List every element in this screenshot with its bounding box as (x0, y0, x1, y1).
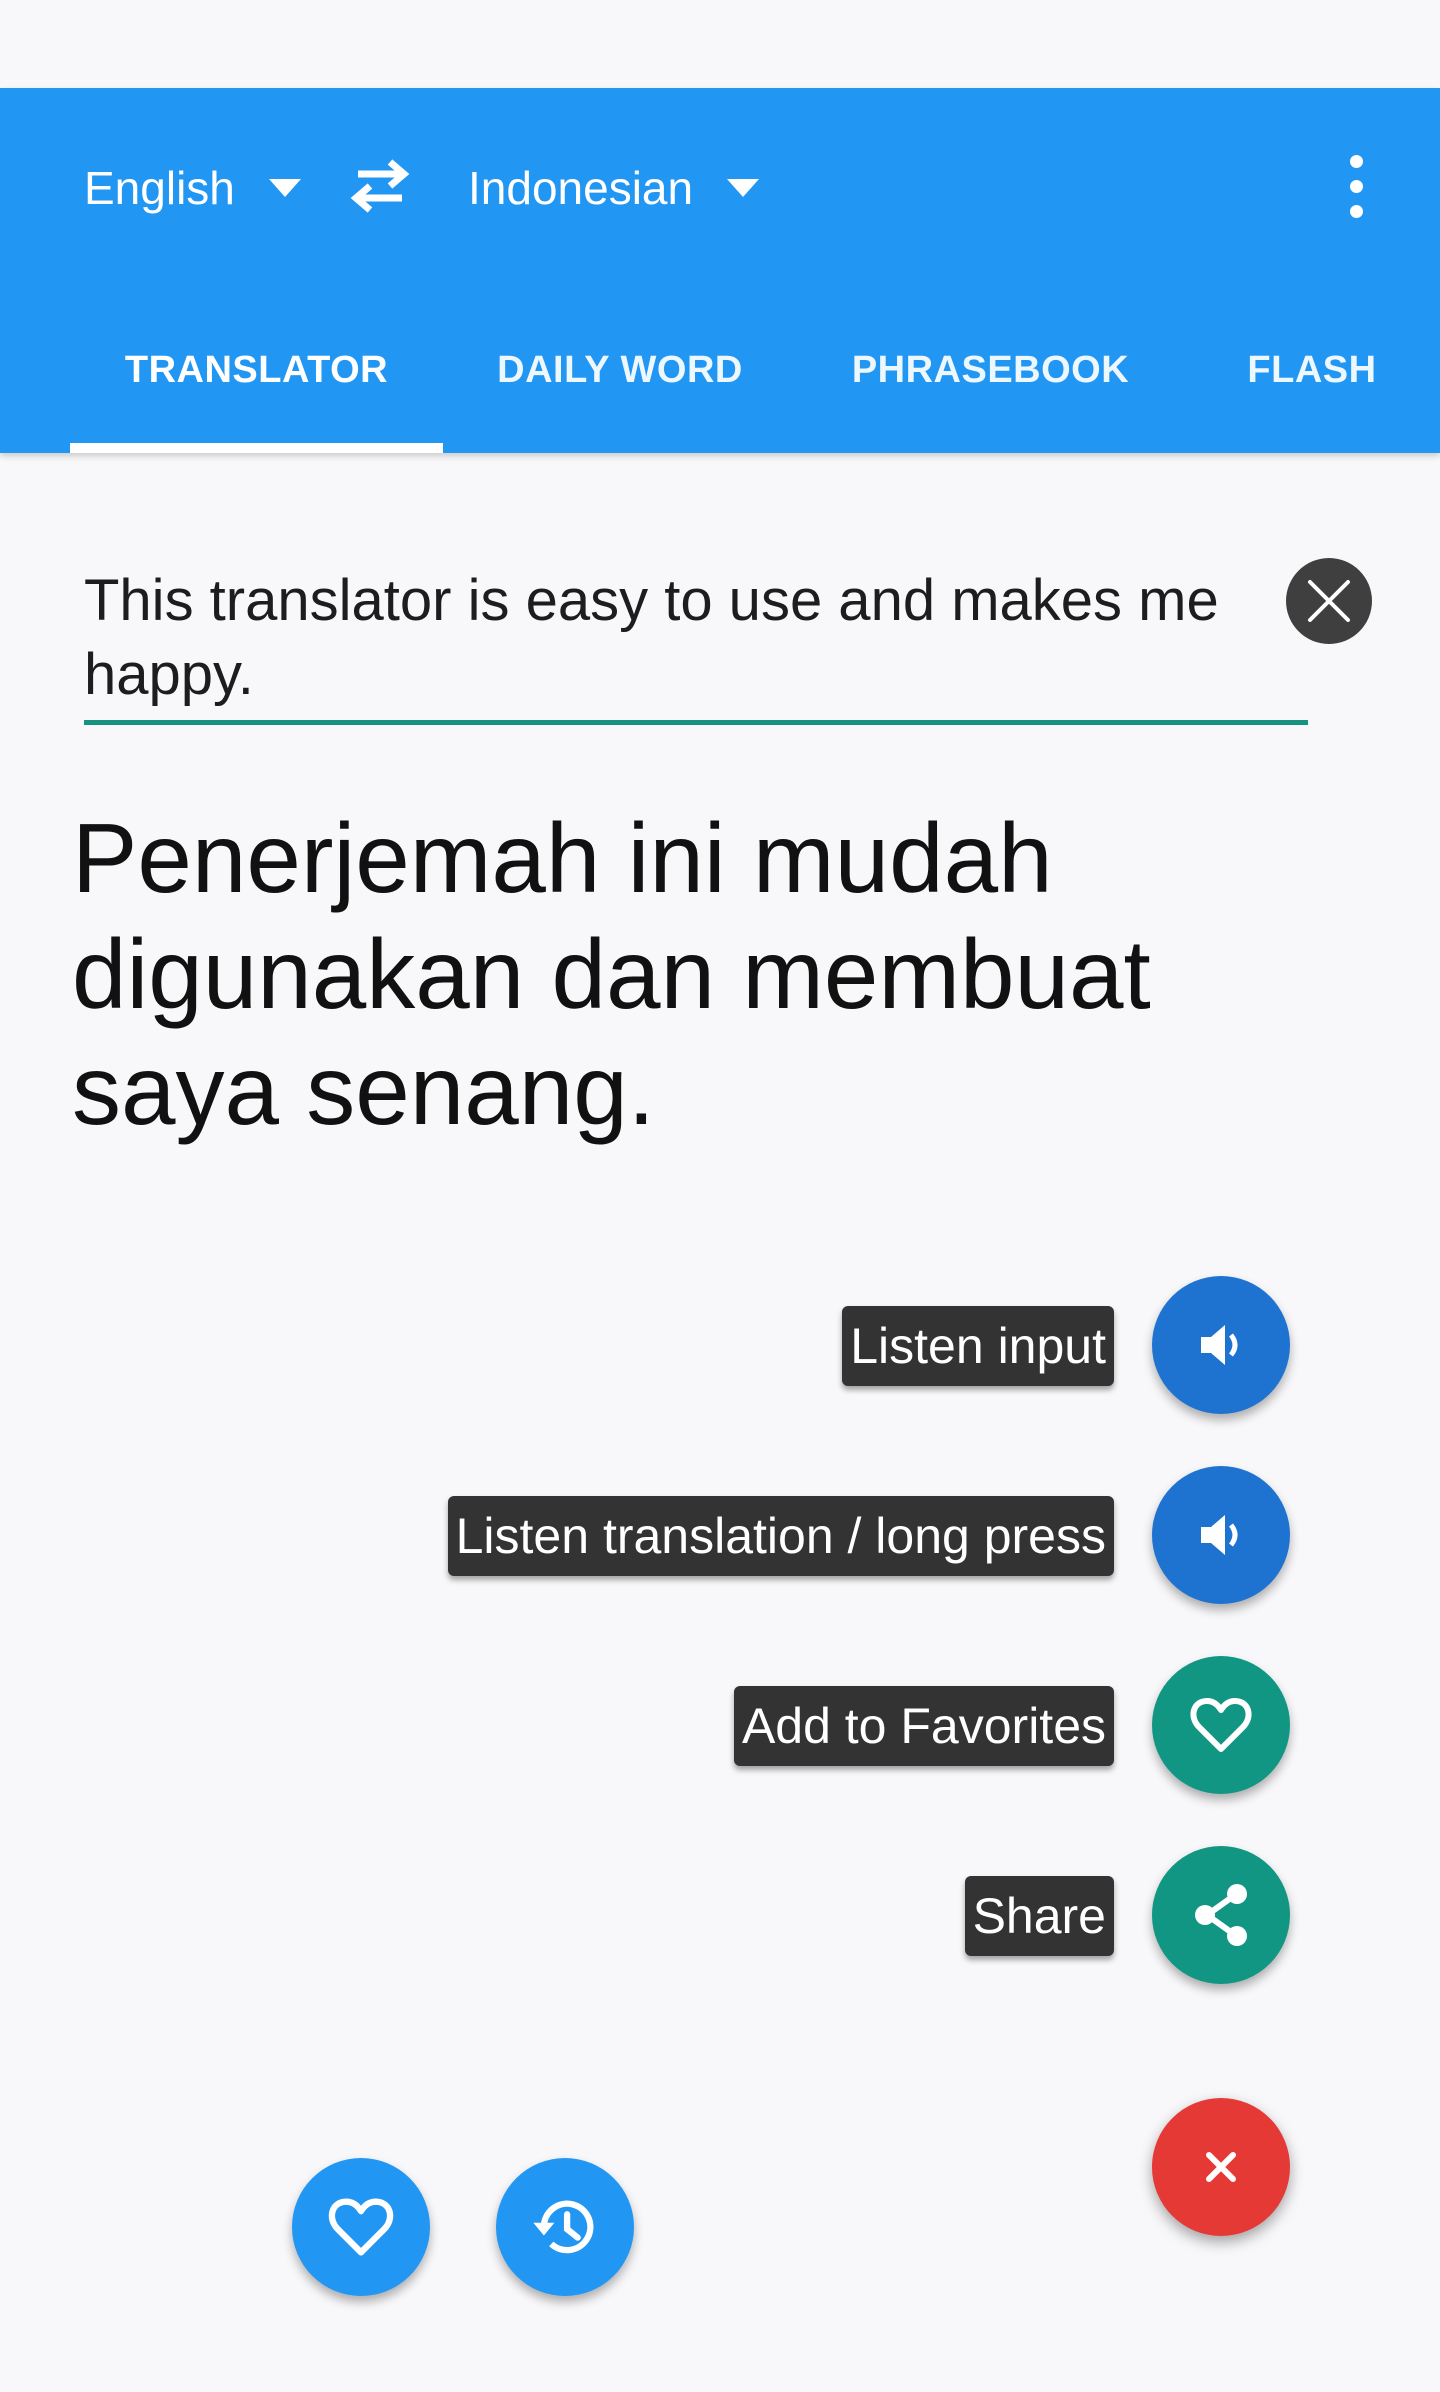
more-vert-icon (1349, 154, 1363, 168)
close-fab-menu-button[interactable] (1152, 2098, 1290, 2236)
dropdown-caret-icon (268, 179, 301, 197)
source-language-selector[interactable]: English (84, 148, 301, 228)
share-button[interactable] (1152, 1846, 1290, 1984)
translation-output: Penerjemah ini mudah digunakan dan membu… (72, 803, 1151, 1145)
close-icon (1206, 2152, 1236, 2182)
clear-input-button[interactable] (1286, 558, 1372, 644)
tab-flash[interactable]: FLASH (1184, 330, 1440, 410)
source-language-label: English (84, 162, 235, 214)
add-to-favorites-button[interactable] (1152, 1656, 1290, 1794)
close-icon (1308, 580, 1350, 622)
selected-tab-indicator (70, 443, 443, 453)
target-language-label: Indonesian (468, 162, 694, 214)
target-language-selector[interactable]: Indonesian (468, 148, 760, 228)
share-icon (1195, 1884, 1247, 1946)
favorites-button[interactable] (292, 2158, 430, 2296)
history-icon (533, 2200, 594, 2254)
status-bar (0, 0, 1440, 88)
add-to-favorites-label[interactable]: Add to Favorites (733, 1686, 1114, 1766)
speaker-icon (1201, 1325, 1238, 1365)
heart-outline-icon (1190, 1698, 1252, 1752)
dropdown-caret-icon (727, 179, 760, 197)
listen-translation-button[interactable] (1152, 1466, 1290, 1604)
speaker-icon (1201, 1515, 1238, 1555)
swap-languages-button[interactable] (344, 150, 416, 222)
share-label[interactable]: Share (964, 1876, 1114, 1956)
listen-translation-label[interactable]: Listen translation / long press (447, 1496, 1114, 1576)
tab-phrasebook[interactable]: PHRASEBOOK (797, 330, 1184, 410)
overflow-menu-button[interactable] (1330, 146, 1382, 226)
history-button[interactable] (496, 2158, 634, 2296)
tab-translator[interactable]: TRANSLATOR (70, 330, 443, 410)
source-text-input[interactable]: This translator is easy to use and makes… (84, 564, 1264, 712)
listen-input-label[interactable]: Listen input (842, 1306, 1114, 1386)
listen-input-button[interactable] (1152, 1276, 1290, 1414)
swap-arrows-icon (350, 159, 410, 213)
input-underline (84, 720, 1308, 725)
tab-daily-word[interactable]: DAILY WORD (443, 330, 797, 410)
heart-outline-icon (328, 2198, 394, 2256)
